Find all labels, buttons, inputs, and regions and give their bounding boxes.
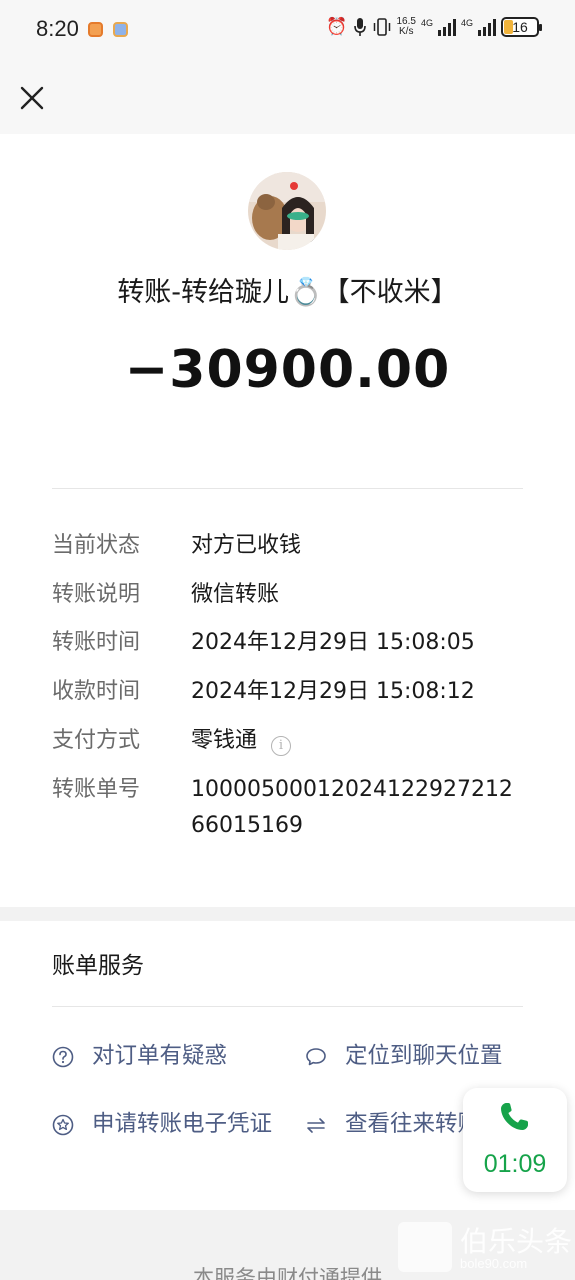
detail-row-status: 当前状态 对方已收钱 bbox=[52, 528, 532, 564]
battery-icon: 16 bbox=[501, 17, 542, 37]
detail-value: 微信转账 bbox=[191, 582, 280, 607]
transfer-title: 转账-转给璇儿💍【不收米】 bbox=[117, 277, 458, 308]
detail-label: 收款时间 bbox=[52, 679, 141, 704]
detail-label: 转账时间 bbox=[52, 630, 141, 655]
section-separator bbox=[0, 907, 575, 921]
star-circle-icon bbox=[52, 1114, 74, 1136]
service-label: 定位到聊天位置 bbox=[345, 1043, 503, 1069]
divider bbox=[52, 1006, 523, 1007]
question-circle-icon bbox=[52, 1046, 74, 1068]
service-label: 申请转账电子凭证 bbox=[92, 1111, 273, 1137]
service-label: 对订单有疑惑 bbox=[92, 1043, 228, 1069]
call-timer: 01:09 bbox=[483, 1150, 547, 1178]
network-type-1: 4G bbox=[420, 18, 433, 28]
vibrate-icon bbox=[373, 18, 390, 36]
info-icon[interactable]: i bbox=[271, 736, 292, 756]
section-title: 账单服务 bbox=[52, 953, 144, 979]
floating-call-widget[interactable]: 01:09 bbox=[463, 1088, 567, 1192]
chat-bubble-icon bbox=[306, 1048, 326, 1066]
detail-label: 转账说明 bbox=[52, 582, 141, 607]
alarm-icon: ⏰ bbox=[326, 17, 348, 37]
network-speed: 16.5 K/s bbox=[397, 17, 416, 37]
detail-value: 1000050001202412292721266015169 bbox=[191, 777, 513, 838]
service-request-voucher[interactable]: 申请转账电子凭证 bbox=[52, 1106, 292, 1178]
service-label: 查看往来转账 bbox=[345, 1111, 481, 1137]
watermark-subtext: bole90.com bbox=[460, 1256, 528, 1271]
detail-row-transfer-time: 转账时间 2024年12月29日 15:08:05 bbox=[52, 625, 532, 661]
swap-arrows-icon bbox=[307, 1118, 325, 1133]
notification-app-icon bbox=[88, 22, 103, 37]
detail-label: 当前状态 bbox=[52, 533, 141, 558]
service-locate-chat[interactable]: 定位到聊天位置 bbox=[305, 1038, 545, 1074]
microphone-icon bbox=[353, 18, 366, 36]
avatar bbox=[248, 172, 326, 250]
detail-row-receive-time: 收款时间 2024年12月29日 15:08:12 bbox=[52, 674, 532, 710]
notification-app-icon bbox=[113, 22, 128, 37]
payment-method-value: 零钱通 bbox=[191, 728, 258, 753]
status-time: 8:20 bbox=[36, 16, 79, 41]
detail-row-payment-method: 支付方式 零钱通 i bbox=[52, 723, 532, 759]
detail-row-transfer-id: 转账单号 1000050001202412292721266015169 bbox=[52, 772, 532, 844]
detail-label: 转账单号 bbox=[52, 777, 141, 802]
close-icon[interactable] bbox=[18, 84, 46, 112]
network-speed-unit: K/s bbox=[399, 26, 414, 37]
signal-icon bbox=[437, 18, 456, 36]
detail-label: 支付方式 bbox=[52, 728, 141, 753]
detail-row-note: 转账说明 微信转账 bbox=[52, 577, 532, 613]
status-indicators: ⏰ 16.5 K/s 4G 4G 16 bbox=[326, 16, 542, 38]
header-bar bbox=[0, 60, 575, 134]
detail-value: 零钱通 i bbox=[191, 723, 531, 759]
watermark-logo bbox=[398, 1222, 452, 1272]
network-type-2: 4G bbox=[460, 18, 473, 28]
detail-value: 2024年12月29日 15:08:12 bbox=[191, 679, 475, 704]
status-bar: 8:20 ⏰ 16.5 K/s 4G 4G 16 bbox=[0, 0, 575, 60]
service-view-transfers[interactable]: 查看往来转账 bbox=[305, 1106, 485, 1142]
detail-value: 2024年12月29日 15:08:05 bbox=[191, 630, 475, 655]
transfer-amount: −30900.00 bbox=[124, 340, 451, 400]
divider bbox=[52, 488, 523, 489]
service-order-question[interactable]: 对订单有疑惑 bbox=[52, 1038, 292, 1074]
battery-level: 16 bbox=[512, 19, 528, 35]
detail-value: 对方已收钱 bbox=[191, 533, 302, 558]
signal-icon bbox=[478, 18, 496, 36]
phone-icon bbox=[501, 1103, 528, 1130]
watermark-text: 伯乐头条 bbox=[460, 1225, 573, 1258]
